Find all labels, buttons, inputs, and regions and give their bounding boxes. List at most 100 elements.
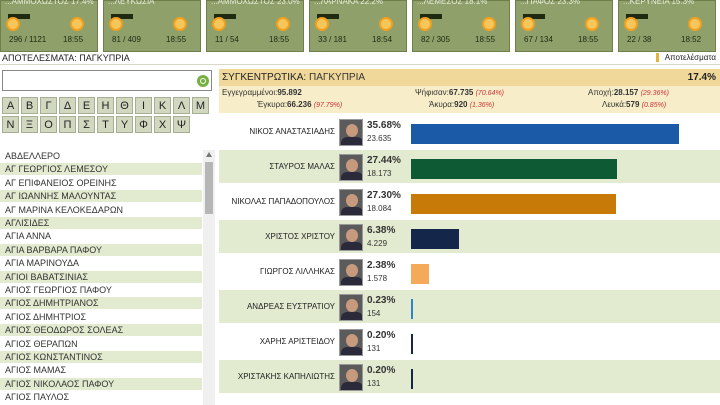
abstain-label: Αποχή: (588, 88, 614, 97)
letter-button[interactable]: Α (2, 97, 19, 114)
valid-label: Έγκυρα: (257, 100, 288, 109)
municipality-list-item[interactable]: ΑΓΙΟΣ ΓΕΩΡΓΙΟΣ ΠΑΦΟΥ (0, 284, 202, 296)
candidate-row[interactable]: ΓΙΩΡΓΟΣ ΛΙΛΛΗΚΑΣ 2.38% 1.578 (219, 255, 720, 288)
letter-button[interactable]: Π (59, 116, 76, 133)
letter-button[interactable]: Μ (192, 97, 209, 114)
candidate-name: ΝΙΚΟΛΑΣ ΠΑΠΑΔΟΠΟΥΛΟΣ (231, 197, 335, 206)
letter-button[interactable]: Ψ (173, 116, 190, 133)
municipality-list-item[interactable]: ΑΓΙΟΣ ΜΑΜΑΣ (0, 364, 202, 376)
municipality-list-item[interactable]: ΑΓΙΟΣ ΔΗΜΗΤΡΙΑΝΟΣ (0, 297, 202, 310)
candidate-votes: 18.084 (367, 204, 392, 213)
blank-pct: (0.85%) (641, 102, 667, 109)
candidate-name: ΧΑΡΗΣ ΑΡΙΣΤΕΙΔΟΥ (259, 337, 335, 346)
municipality-list-item[interactable]: ΑΓΙΟΣ ΝΙΚΟΛΑΟΣ ΠΑΦΟΥ (0, 377, 202, 390)
ballot-box-icon (315, 17, 329, 31)
results-header: ΑΠΟΤΕΛΕΣΜΑΤΑ: ΠΑΓΚΥΠΡΙΑ Αποτελέσματα (0, 52, 720, 65)
candidate-row[interactable]: ΧΑΡΗΣ ΑΡΙΣΤΕΙΔΟΥ 0.20% 131 (219, 325, 720, 358)
letter-button[interactable]: Γ (40, 97, 57, 114)
valid-stat: Έγκυρα:66.236 (97.79%) (257, 100, 342, 109)
letter-button[interactable]: Ο (40, 116, 57, 133)
letter-button[interactable]: Κ (154, 97, 171, 114)
letter-button[interactable]: Ξ (21, 116, 38, 133)
summary-title-prefix: ΣΥΓΚΕΝΤΡΩΤΙΚΑ: (222, 72, 307, 83)
letter-button[interactable]: Ε (78, 97, 95, 114)
letter-button[interactable]: Σ (78, 116, 95, 133)
municipality-list-item[interactable]: ΑΓΙΑ ΑΝΝΑ (0, 230, 202, 242)
tile-update-time: 18:55 (63, 35, 84, 44)
letter-button[interactable]: Φ (135, 116, 152, 133)
district-tile[interactable]: ...ΑΜΜΟΧΩΣΤΟΣ 17.4% 296 / 1121 18:55 (0, 0, 98, 52)
letter-button[interactable]: Θ (116, 97, 133, 114)
municipality-list-item[interactable]: ΑΓΙΑ ΒΑΡΒΑΡΑ ΠΑΦΟΥ (0, 243, 202, 256)
candidate-photo (339, 329, 363, 356)
scroll-up-arrow-icon[interactable] (206, 152, 212, 157)
district-tile[interactable]: ...ΠΑΦΟΣ 23.3% 67 / 134 18:55 (515, 0, 613, 52)
district-tile[interactable]: ...ΑΜΜΟΧΩΣΤΟΣ 23.0% 11 / 54 18:55 (206, 0, 304, 52)
candidate-row[interactable]: ΣΤΑΥΡΟΣ ΜΑΛΑΣ 27.44% 18.173 (219, 150, 720, 183)
search-input[interactable] (2, 70, 212, 91)
invalid-label: Άκυρα: (429, 100, 455, 109)
candidate-row[interactable]: ΝΙΚΟΣ ΑΝΑΣΤΑΣΙΑΔΗΣ 35.68% 23.635 (219, 115, 720, 148)
letter-button[interactable]: Ν (2, 116, 19, 133)
candidate-name: ΝΙΚΟΣ ΑΝΑΣΤΑΣΙΑΔΗΣ (249, 127, 335, 136)
letter-button[interactable]: Χ (154, 116, 171, 133)
municipality-list-item[interactable]: ΑΓ ΙΩΑΝΝΗΣ ΜΑΛΟΥΝΤΑΣ (0, 190, 202, 203)
letter-button[interactable]: Β (21, 97, 38, 114)
candidate-row[interactable]: ΧΡΙΣΤΟΣ ΧΡΙΣΤΟΥ 6.38% 4.229 (219, 220, 720, 253)
summary-stats: Εγγεγραμμένοι:95.892 Ψήφισαν:67.735 (70.… (219, 86, 720, 113)
candidate-votes: 131 (367, 344, 381, 353)
district-tile[interactable]: ...ΛΕΥΚΩΣΙΑ 81 / 409 18:55 (103, 0, 201, 52)
candidate-percentage: 27.30% (367, 190, 401, 201)
letter-button[interactable]: Η (97, 97, 114, 114)
municipality-list-item[interactable]: ΑΓ ΕΠΙΦΑΝΕΙΟΣ ΟΡΕΙΝΗΣ (0, 177, 202, 189)
candidate-vote-bar (411, 334, 413, 354)
candidate-vote-bar (411, 194, 616, 214)
candidate-percentage: 27.44% (367, 155, 401, 166)
district-tile[interactable]: ...ΚΕΡΥΝΕΙΑ 15.3% 22 / 38 18:52 (618, 0, 716, 52)
results-panel: ΣΥΓΚΕΝΤΡΩΤΙΚΑ: ΠΑΓΚΥΠΡΙΑ 17.4% Εγγεγραμμ… (219, 67, 720, 405)
letter-button[interactable]: Ι (135, 97, 152, 114)
municipality-list-item[interactable]: ΑΓΙΟΣ ΚΩΝΣΤΑΝΤΙΝΟΣ (0, 351, 202, 363)
candidate-row[interactable]: ΝΙΚΟΛΑΣ ΠΑΠΑΔΟΠΟΥΛΟΣ 27.30% 18.084 (219, 185, 720, 218)
letter-button[interactable]: Λ (173, 97, 190, 114)
candidate-percentage: 6.38% (367, 225, 396, 236)
district-tile[interactable]: ...ΛΕΜΕΣΟΣ 18.1% 82 / 305 18:55 (412, 0, 510, 52)
municipality-list-item[interactable]: ΑΒΔΕΛΛΕΡΟ (0, 150, 202, 162)
tile-counted-stations: 81 / 409 (112, 35, 141, 44)
municipality-list-item[interactable]: ΑΓ ΜΑΡΙΝΑ ΚΕΛΟΚΕΔΑΡΩΝ (0, 204, 202, 216)
candidate-row[interactable]: ΧΡΙΣΤΑΚΗΣ ΚΑΠΗΛΙΩΤΗΣ 0.20% 131 (219, 360, 720, 393)
candidate-votes: 131 (367, 379, 381, 388)
candidate-name: ΣΤΑΥΡΟΣ ΜΑΛΑΣ (269, 162, 335, 171)
valid-value: 66.236 (287, 100, 312, 109)
letter-button[interactable]: Δ (59, 97, 76, 114)
municipality-list-item[interactable]: ΑΓΛΙΣΙΔΕΣ (0, 217, 202, 229)
district-tile[interactable]: ...ΛΑΡΝΑΚΑ 22.2% 33 / 181 18:54 (309, 0, 407, 52)
scrollbar[interactable] (203, 150, 215, 405)
ballot-box-icon (6, 17, 20, 31)
letter-button[interactable]: Τ (97, 116, 114, 133)
candidate-row[interactable]: ΑΝΔΡΕΑΣ ΕΥΣΤΡΑΤΙΟΥ 0.23% 154 (219, 290, 720, 323)
tile-cut-label: ...ΛΑΡΝΑΚΑ 22.2% (314, 0, 383, 6)
letter-button[interactable]: Υ (116, 116, 133, 133)
scroll-thumb[interactable] (205, 162, 213, 214)
municipality-list-item[interactable]: ΑΓΙΟΣ ΘΕΡΑΠΩΝ (0, 338, 202, 350)
candidate-name: ΑΝΔΡΕΑΣ ΕΥΣΤΡΑΤΙΟΥ (246, 302, 335, 311)
municipality-list-item[interactable]: ΑΓΙΑ ΜΑΡΙΝΟΥΔΑ (0, 257, 202, 269)
registered-label: Εγγεγραμμένοι: (222, 88, 278, 97)
municipality-list-item[interactable]: ΑΓΙΟΙ ΒΑΒΑΤΣΙΝΙΑΣ (0, 270, 202, 283)
results-link[interactable]: Αποτελέσματα (655, 53, 716, 62)
municipality-list-item[interactable]: ΑΓΙΟΣ ΘΕΟΔΩΡΟΣ ΣΟΛΕΑΣ (0, 324, 202, 337)
candidate-percentage: 2.38% (367, 260, 396, 271)
tile-counted-stations: 82 / 305 (421, 35, 450, 44)
candidate-percentage: 35.68% (367, 120, 401, 131)
tile-cut-label: ...ΑΜΜΟΧΩΣΤΟΣ 17.4% (5, 0, 94, 6)
municipality-list-item[interactable]: ΑΓΙΟΣ ΠΑΥΛΟΣ (0, 391, 202, 403)
tile-cut-label: ...ΛΕΥΚΩΣΙΑ (108, 0, 155, 6)
municipality-list-item[interactable]: ΑΓΙΟΣ ΔΗΜΗΤΡΙΟΣ (0, 311, 202, 323)
candidate-votes: 23.635 (367, 134, 392, 143)
search-icon[interactable] (197, 75, 209, 87)
voted-value: 67.735 (448, 88, 474, 97)
candidate-vote-bar (411, 229, 459, 249)
municipality-list-item[interactable]: ΑΓ ΓΕΩΡΓΙΟΣ ΛΕΜΕΣΟΥ (0, 163, 202, 176)
tile-update-time: 18:54 (372, 35, 393, 44)
